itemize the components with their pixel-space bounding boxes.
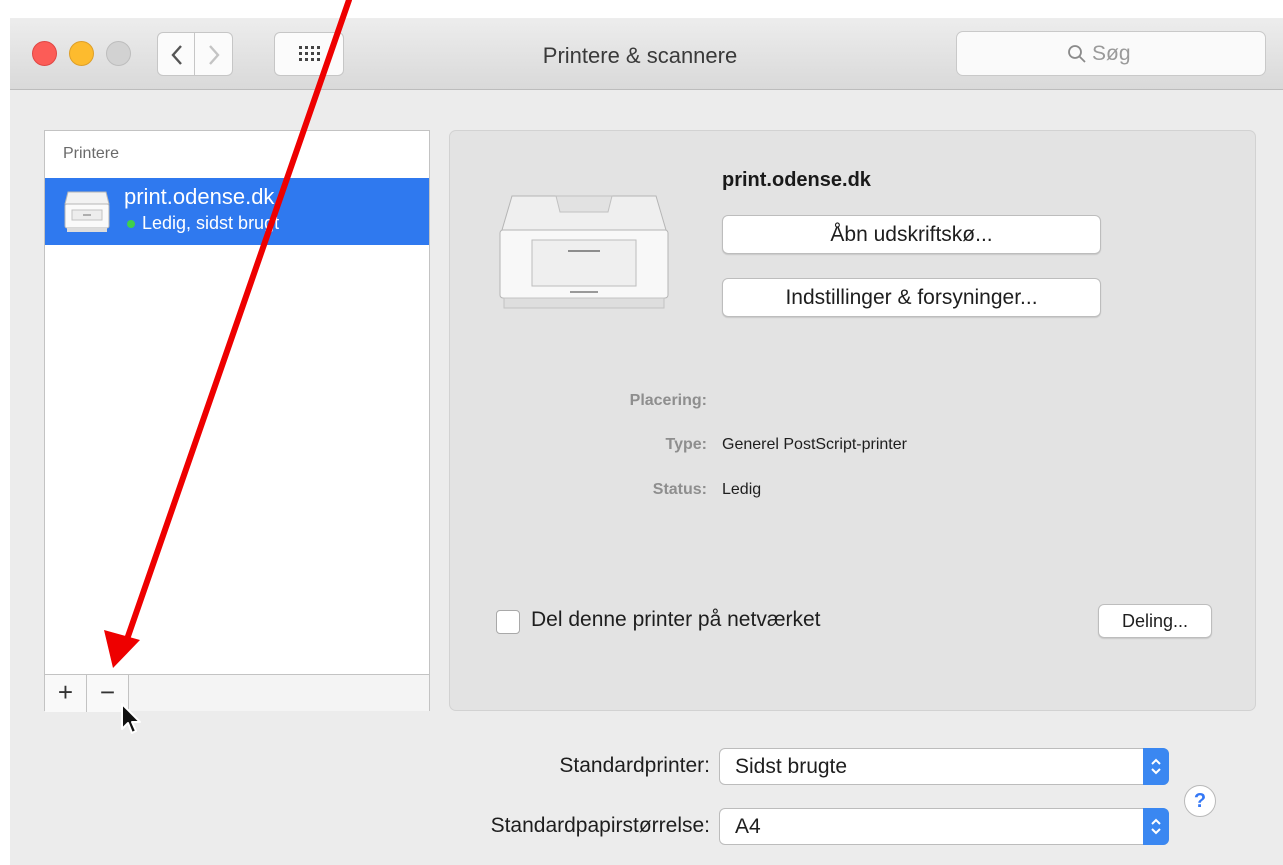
open-print-queue-button[interactable]: Åbn udskriftskø... — [722, 215, 1101, 254]
printer-name: print.odense.dk — [124, 184, 275, 209]
default-printer-label: Standardprinter: — [559, 754, 710, 777]
add-printer-button[interactable]: + — [45, 675, 87, 712]
select-arrows-icon — [1143, 808, 1169, 845]
select-arrows-icon — [1143, 748, 1169, 785]
search-field[interactable] — [956, 31, 1266, 76]
type-value: Generel PostScript-printer — [722, 436, 907, 453]
search-input[interactable] — [1092, 40, 1252, 68]
share-printer-label[interactable]: Del denne printer på netværket — [531, 608, 821, 632]
show-all-button[interactable] — [274, 32, 344, 76]
help-button[interactable]: ? — [1184, 785, 1216, 817]
status-value: Ledig — [722, 481, 762, 498]
window-title: Printere & scannere — [542, 43, 738, 68]
printer-icon — [64, 191, 110, 232]
paper-size-value: A4 — [735, 815, 761, 838]
share-printer-checkbox[interactable] — [496, 610, 520, 634]
minimize-window-button[interactable] — [69, 41, 94, 66]
status-dot-icon — [127, 220, 135, 228]
printer-list: Printere print.odense.dk Ledig, sidst br… — [44, 130, 430, 712]
location-label: Placering: — [629, 392, 707, 409]
search-icon — [1068, 45, 1086, 63]
chevron-left-icon — [171, 45, 182, 65]
options-supplies-button[interactable]: Indstillinger & forsyninger... — [722, 278, 1101, 317]
printer-large-icon — [499, 195, 669, 309]
back-button[interactable] — [157, 32, 195, 76]
printer-list-header: Printere — [63, 145, 120, 162]
printer-detail-panel: print.odense.dk Åbn udskriftskø... Indst… — [449, 130, 1256, 711]
default-printer-value: Sidst brugte — [735, 755, 848, 778]
default-printer-select[interactable]: Sidst brugte — [719, 748, 1169, 785]
sharing-button[interactable]: Deling... — [1098, 604, 1212, 638]
close-window-button[interactable] — [32, 41, 57, 66]
printer-list-item[interactable]: print.odense.dk Ledig, sidst brugt — [45, 178, 429, 245]
type-label: Type: — [665, 436, 707, 453]
system-preferences-window: Printere & scannere Printere print.odens… — [10, 18, 1283, 865]
printer-status: Ledig, sidst brugt — [142, 213, 280, 233]
forward-button[interactable] — [195, 32, 233, 76]
grid-icon — [299, 46, 320, 61]
paper-size-select[interactable]: A4 — [719, 808, 1169, 845]
printer-list-toolbar: + − — [45, 674, 429, 712]
zoom-window-button[interactable] — [106, 41, 131, 66]
chevron-right-icon — [209, 45, 220, 65]
status-label: Status: — [652, 481, 707, 498]
title-bar: Printere & scannere — [10, 18, 1283, 90]
mouse-cursor-icon — [121, 703, 141, 734]
detail-printer-name: print.odense.dk — [722, 169, 871, 191]
paper-size-label: Standardpapirstørrelse: — [490, 814, 710, 837]
